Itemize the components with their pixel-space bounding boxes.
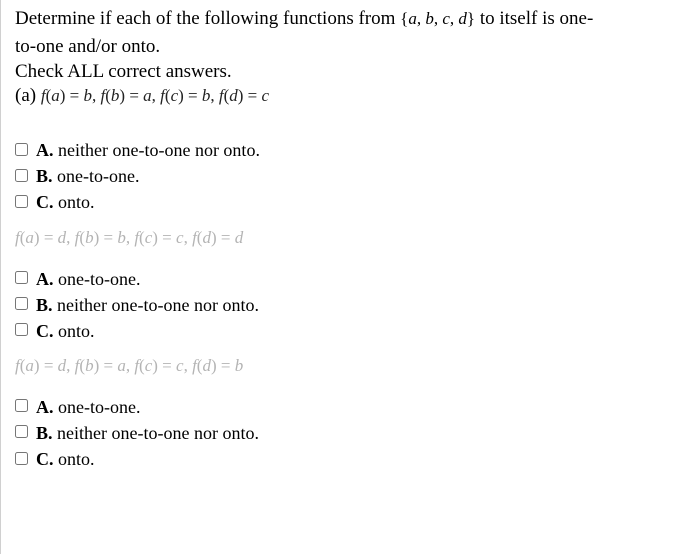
q2-text-C: onto.: [58, 321, 95, 341]
q2-option-A[interactable]: A. one-to-one.: [15, 266, 690, 292]
part-a-formula: f(a) = b, f(b) = a, f(c) = b, f(d) = c: [41, 86, 269, 105]
intro-part1: Determine if each of the following funct…: [15, 8, 400, 29]
instruction-text: Determine if each of the following funct…: [15, 6, 690, 32]
q1-text-C: onto.: [58, 192, 95, 212]
q1-option-C[interactable]: C. onto.: [15, 189, 690, 215]
q2-checkbox-C[interactable]: [15, 323, 28, 336]
q3-text-C: onto.: [58, 449, 95, 469]
q3-text-A: one-to-one.: [58, 397, 140, 417]
q3-option-A[interactable]: A. one-to-one.: [15, 394, 690, 420]
q1-letter-C: C.: [36, 192, 54, 212]
q2-options: A. one-to-one. B. neither one-to-one nor…: [15, 266, 690, 344]
q3-letter-C: C.: [36, 449, 54, 469]
check-all-text: Check ALL correct answers.: [15, 61, 690, 83]
q1-checkbox-B[interactable]: [15, 169, 28, 182]
q2-letter-B: B.: [36, 295, 53, 315]
part-a-label: (a): [15, 85, 41, 106]
part-c-formula: f(a) = d, f(b) = a, f(c) = c, f(d) = b: [15, 356, 690, 376]
q1-options: A. neither one-to-one nor onto. B. one-t…: [15, 137, 690, 215]
q3-checkbox-A[interactable]: [15, 399, 28, 412]
q1-checkbox-C[interactable]: [15, 195, 28, 208]
q3-checkbox-C[interactable]: [15, 452, 28, 465]
q2-checkbox-A[interactable]: [15, 271, 28, 284]
part-b-formula: f(a) = d, f(b) = b, f(c) = c, f(d) = d: [15, 228, 690, 248]
q3-letter-B: B.: [36, 423, 53, 443]
q1-text-B: one-to-one.: [57, 166, 139, 186]
q2-option-C[interactable]: C. onto.: [15, 318, 690, 344]
q3-letter-A: A.: [36, 397, 54, 417]
intro-set: {a, b, c, d}: [400, 9, 475, 28]
q1-option-A[interactable]: A. neither one-to-one nor onto.: [15, 137, 690, 163]
q1-letter-A: A.: [36, 140, 54, 160]
q1-letter-B: B.: [36, 166, 53, 186]
q3-options: A. one-to-one. B. neither one-to-one nor…: [15, 394, 690, 472]
q1-text-A: neither one-to-one nor onto.: [58, 140, 260, 160]
q3-checkbox-B[interactable]: [15, 425, 28, 438]
intro-part1b: to itself is one-: [475, 8, 593, 29]
instruction-text-line2: to-one and/or onto.: [15, 34, 690, 60]
q2-checkbox-B[interactable]: [15, 297, 28, 310]
q2-text-B: neither one-to-one nor onto.: [57, 295, 259, 315]
q2-option-B[interactable]: B. neither one-to-one nor onto.: [15, 292, 690, 318]
q2-letter-A: A.: [36, 269, 54, 289]
q1-option-B[interactable]: B. one-to-one.: [15, 163, 690, 189]
q3-option-C[interactable]: C. onto.: [15, 446, 690, 472]
q2-text-A: one-to-one.: [58, 269, 140, 289]
q1-checkbox-A[interactable]: [15, 143, 28, 156]
q3-option-B[interactable]: B. neither one-to-one nor onto.: [15, 420, 690, 446]
q2-letter-C: C.: [36, 321, 54, 341]
q3-text-B: neither one-to-one nor onto.: [57, 423, 259, 443]
part-a-block: (a) f(a) = b, f(b) = a, f(c) = b, f(d) =…: [15, 85, 690, 107]
